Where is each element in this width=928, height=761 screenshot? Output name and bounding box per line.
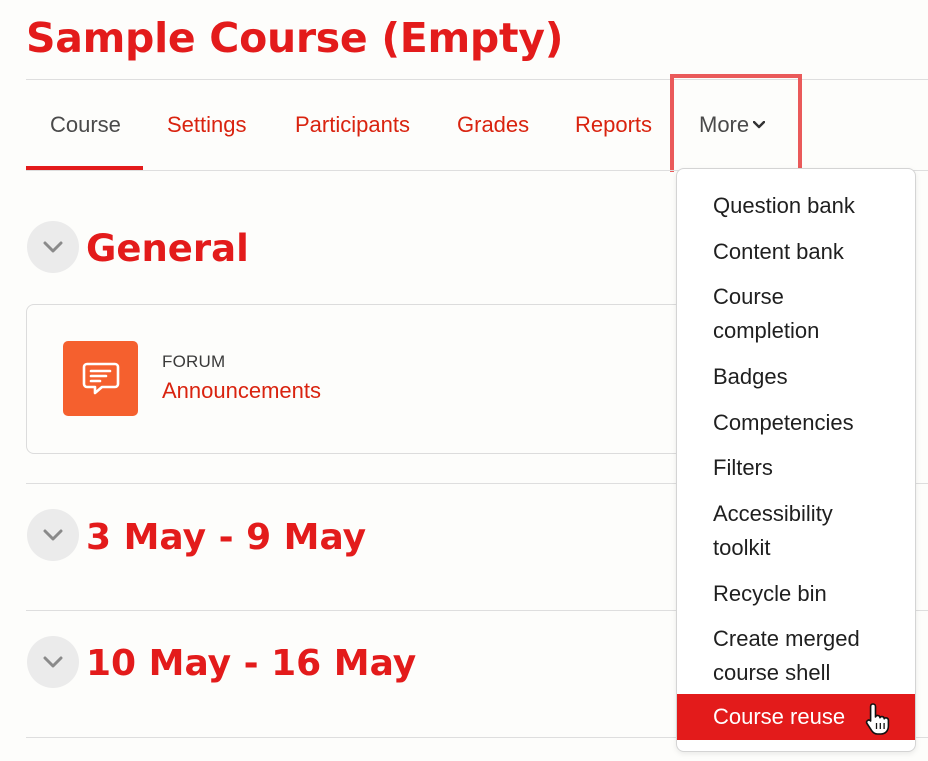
forum-icon[interactable] xyxy=(63,341,138,416)
section-week1-toggle[interactable] xyxy=(27,509,79,561)
page-title: Sample Course (Empty) xyxy=(26,14,564,62)
tab-more[interactable]: More xyxy=(699,104,766,146)
chevron-down-icon xyxy=(43,529,63,541)
menu-item-recycle-bin[interactable]: Recycle bin xyxy=(713,577,907,611)
tab-course[interactable]: Course xyxy=(50,104,121,146)
menu-item-badges[interactable]: Badges xyxy=(713,360,907,394)
tab-settings[interactable]: Settings xyxy=(167,104,247,146)
section-title-week2[interactable]: 10 May - 16 May xyxy=(86,640,416,688)
more-dropdown-menu: Question bank Content bank Course comple… xyxy=(676,168,916,752)
tab-grades[interactable]: Grades xyxy=(457,104,529,146)
section-title-general[interactable]: General xyxy=(86,225,249,273)
menu-item-competencies[interactable]: Competencies xyxy=(713,406,907,440)
tab-participants[interactable]: Participants xyxy=(295,104,410,146)
menu-item-create-merged-course-shell[interactable]: Create merged course shell xyxy=(713,622,878,690)
section-title-week1[interactable]: 3 May - 9 May xyxy=(86,514,366,562)
activity-type-label: FORUM xyxy=(162,352,226,371)
chevron-down-icon xyxy=(43,656,63,668)
tab-more-label: More xyxy=(699,112,750,137)
menu-item-course-completion[interactable]: Course completion xyxy=(713,280,863,348)
section-general-toggle[interactable] xyxy=(27,221,79,273)
chevron-down-icon xyxy=(752,120,766,128)
menu-item-filters[interactable]: Filters xyxy=(713,451,907,485)
hand-pointer-cursor-icon xyxy=(864,702,892,741)
chevron-down-icon xyxy=(43,241,63,253)
menu-item-accessibility-toolkit[interactable]: Accessibility toolkit xyxy=(713,497,863,565)
tab-reports[interactable]: Reports xyxy=(575,104,652,146)
section-week2-toggle[interactable] xyxy=(27,636,79,688)
activity-link-announcements[interactable]: Announcements xyxy=(162,378,321,404)
menu-item-question-bank[interactable]: Question bank xyxy=(713,189,907,223)
chat-bubble-icon xyxy=(82,362,119,394)
menu-item-content-bank[interactable]: Content bank xyxy=(713,235,907,269)
